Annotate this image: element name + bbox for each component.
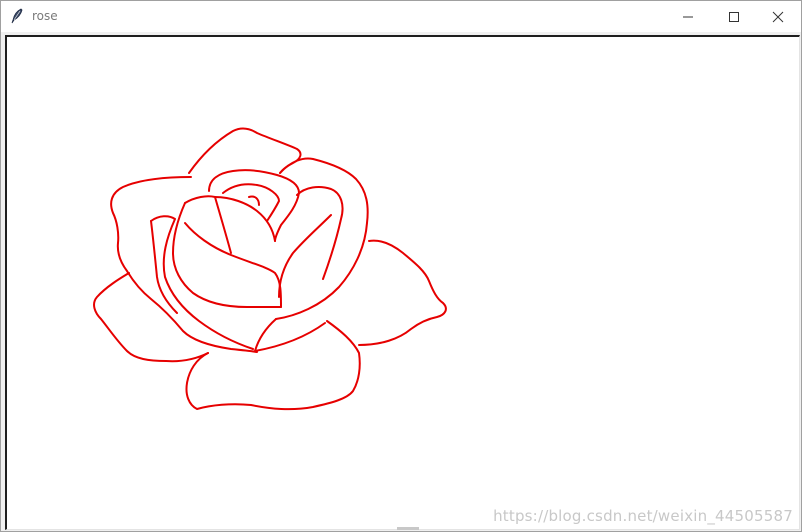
- rose-bud-inner: [222, 183, 280, 222]
- rose-petal-bottom: [185, 320, 361, 411]
- feather-icon: [10, 8, 24, 24]
- rose-petal-center-sweep: [184, 222, 282, 308]
- close-button[interactable]: [755, 1, 801, 32]
- window-title: rose: [32, 9, 58, 23]
- maximize-button[interactable]: [711, 1, 757, 32]
- watermark: https://blog.csdn.net/weixin_44505587: [493, 507, 793, 525]
- rose-drawing: [93, 127, 447, 411]
- rose-petal-right: [358, 239, 447, 346]
- drawing-canvas[interactable]: [5, 35, 800, 530]
- rose-petal-center-left: [184, 195, 232, 254]
- resize-grip[interactable]: [397, 527, 419, 530]
- minimize-icon: [682, 11, 694, 23]
- minimize-button[interactable]: [665, 1, 711, 32]
- rose-petal-center-swoop: [254, 318, 326, 352]
- rose-petal-top: [188, 127, 302, 174]
- rose-petal-inner-fold: [150, 215, 254, 350]
- rose-petal-right-inner-sweep: [278, 214, 332, 298]
- title-bar[interactable]: rose: [1, 1, 801, 32]
- app-window: rose https://blog.csdn.net/weixin_445055…: [0, 0, 802, 532]
- rose-petal-right-inner: [296, 186, 344, 280]
- rose-petal-lower-left: [93, 272, 209, 363]
- rose-bud-core: [248, 195, 260, 206]
- close-icon: [772, 11, 784, 23]
- rose-petal-right-back: [275, 157, 369, 320]
- rose-bud-outer: [208, 169, 300, 242]
- maximize-icon: [728, 11, 740, 23]
- rose-petal-center-right: [214, 196, 276, 242]
